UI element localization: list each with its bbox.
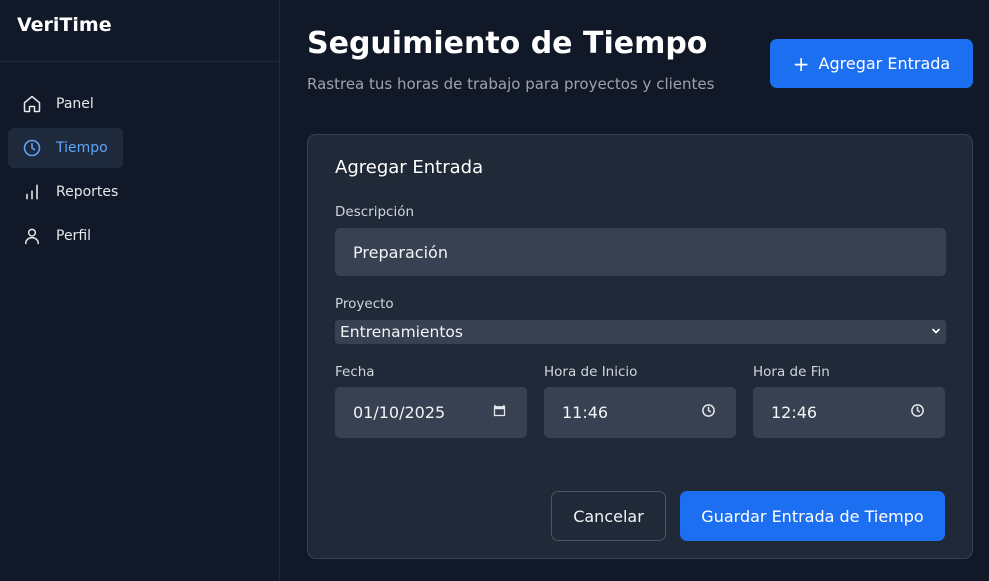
save-time-entry-button[interactable]: Guardar Entrada de Tiempo — [680, 491, 945, 541]
sidebar-item-label: Perfil — [56, 228, 92, 244]
bar-chart-icon — [22, 182, 42, 202]
project-label: Proyecto — [335, 296, 394, 312]
sidebar-item-label: Panel — [56, 96, 94, 112]
date-input[interactable]: 01/10/2025 — [335, 387, 527, 438]
sidebar-item-label: Reportes — [56, 184, 119, 200]
page-subtitle: Rastrea tus horas de trabajo para proyec… — [307, 75, 715, 93]
app-logo: VeriTime — [0, 0, 279, 62]
end-time-value: 12:46 — [771, 403, 818, 422]
start-time-label: Hora de Inicio — [544, 364, 638, 380]
date-label: Fecha — [335, 364, 375, 380]
page-title: Seguimiento de Tiempo — [307, 26, 708, 61]
plus-icon: + — [792, 51, 810, 76]
project-select[interactable]: Entrenamientos — [335, 320, 946, 344]
sidebar-item-label: Tiempo — [56, 140, 108, 156]
sidebar-item-panel[interactable]: Panel — [8, 84, 123, 124]
start-time-input[interactable]: 11:46 — [544, 387, 736, 438]
description-label: Descripción — [335, 204, 415, 220]
sidebar-item-perfil[interactable]: Perfil — [8, 216, 123, 256]
add-entry-button[interactable]: + Agregar Entrada — [770, 39, 973, 88]
clock-icon[interactable] — [701, 403, 716, 422]
sidebar-nav: Panel Tiempo Reportes Perfil — [0, 62, 279, 256]
calendar-icon[interactable] — [492, 403, 507, 422]
project-selected-value: Entrenamientos — [340, 323, 463, 341]
add-entry-form: Agregar Entrada Descripción Proyecto Ent… — [307, 134, 973, 559]
cancel-button[interactable]: Cancelar — [551, 491, 666, 541]
end-time-label: Hora de Fin — [753, 364, 830, 380]
start-time-value: 11:46 — [562, 403, 609, 422]
home-icon — [22, 94, 42, 114]
sidebar: VeriTime Panel Tiempo Reportes Perfil — [0, 0, 280, 581]
sidebar-item-tiempo[interactable]: Tiempo — [8, 128, 123, 168]
clock-icon — [22, 138, 42, 158]
clock-icon[interactable] — [910, 403, 925, 422]
add-entry-label: Agregar Entrada — [818, 54, 951, 73]
date-value: 01/10/2025 — [353, 403, 446, 422]
form-title: Agregar Entrada — [335, 157, 484, 178]
main-content: Seguimiento de Tiempo Rastrea tus horas … — [281, 0, 989, 581]
description-input[interactable] — [335, 228, 946, 276]
sidebar-item-reportes[interactable]: Reportes — [8, 172, 123, 212]
user-icon — [22, 226, 42, 246]
end-time-input[interactable]: 12:46 — [753, 387, 945, 438]
chevron-down-icon — [930, 323, 942, 341]
